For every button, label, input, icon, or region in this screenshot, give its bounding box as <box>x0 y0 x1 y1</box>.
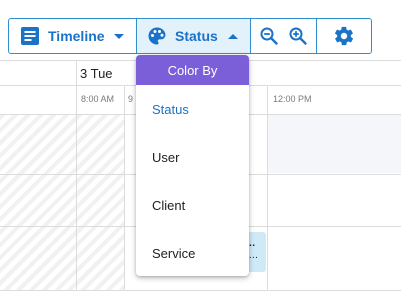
time-label-12pm: 12:00 PM <box>273 94 312 104</box>
menu-item-user[interactable]: User <box>136 133 249 181</box>
zoom-controls <box>251 19 317 53</box>
chevron-up-icon <box>228 33 238 39</box>
zoom-out-icon[interactable] <box>259 26 279 46</box>
shaded-area <box>268 115 401 173</box>
palette-icon <box>147 26 167 46</box>
color-by-menu: Color By Status User Client Service <box>136 55 249 276</box>
time-label-9: 9 <box>128 94 134 104</box>
time-label-8am: 8:00 AM <box>81 94 115 104</box>
timeline-label: Timeline <box>48 28 105 44</box>
timeline-view-button[interactable]: Timeline <box>9 19 137 53</box>
settings-button[interactable] <box>317 19 371 53</box>
view-toolbar: Timeline Status <box>8 18 372 54</box>
menu-item-status[interactable]: Status <box>136 85 249 133</box>
gear-icon <box>333 25 355 47</box>
chevron-down-icon <box>114 33 124 39</box>
color-by-status-button[interactable]: Status <box>137 19 251 53</box>
day-header: 3 Tue <box>80 66 113 81</box>
status-label: Status <box>175 28 218 44</box>
menu-item-service[interactable]: Service <box>136 229 249 276</box>
unavailable-area <box>0 115 76 291</box>
menu-item-client[interactable]: Client <box>136 181 249 229</box>
menu-header: Color By <box>136 55 249 85</box>
view-list-icon <box>20 26 40 46</box>
zoom-in-icon[interactable] <box>288 26 308 46</box>
unavailable-area <box>77 115 124 291</box>
